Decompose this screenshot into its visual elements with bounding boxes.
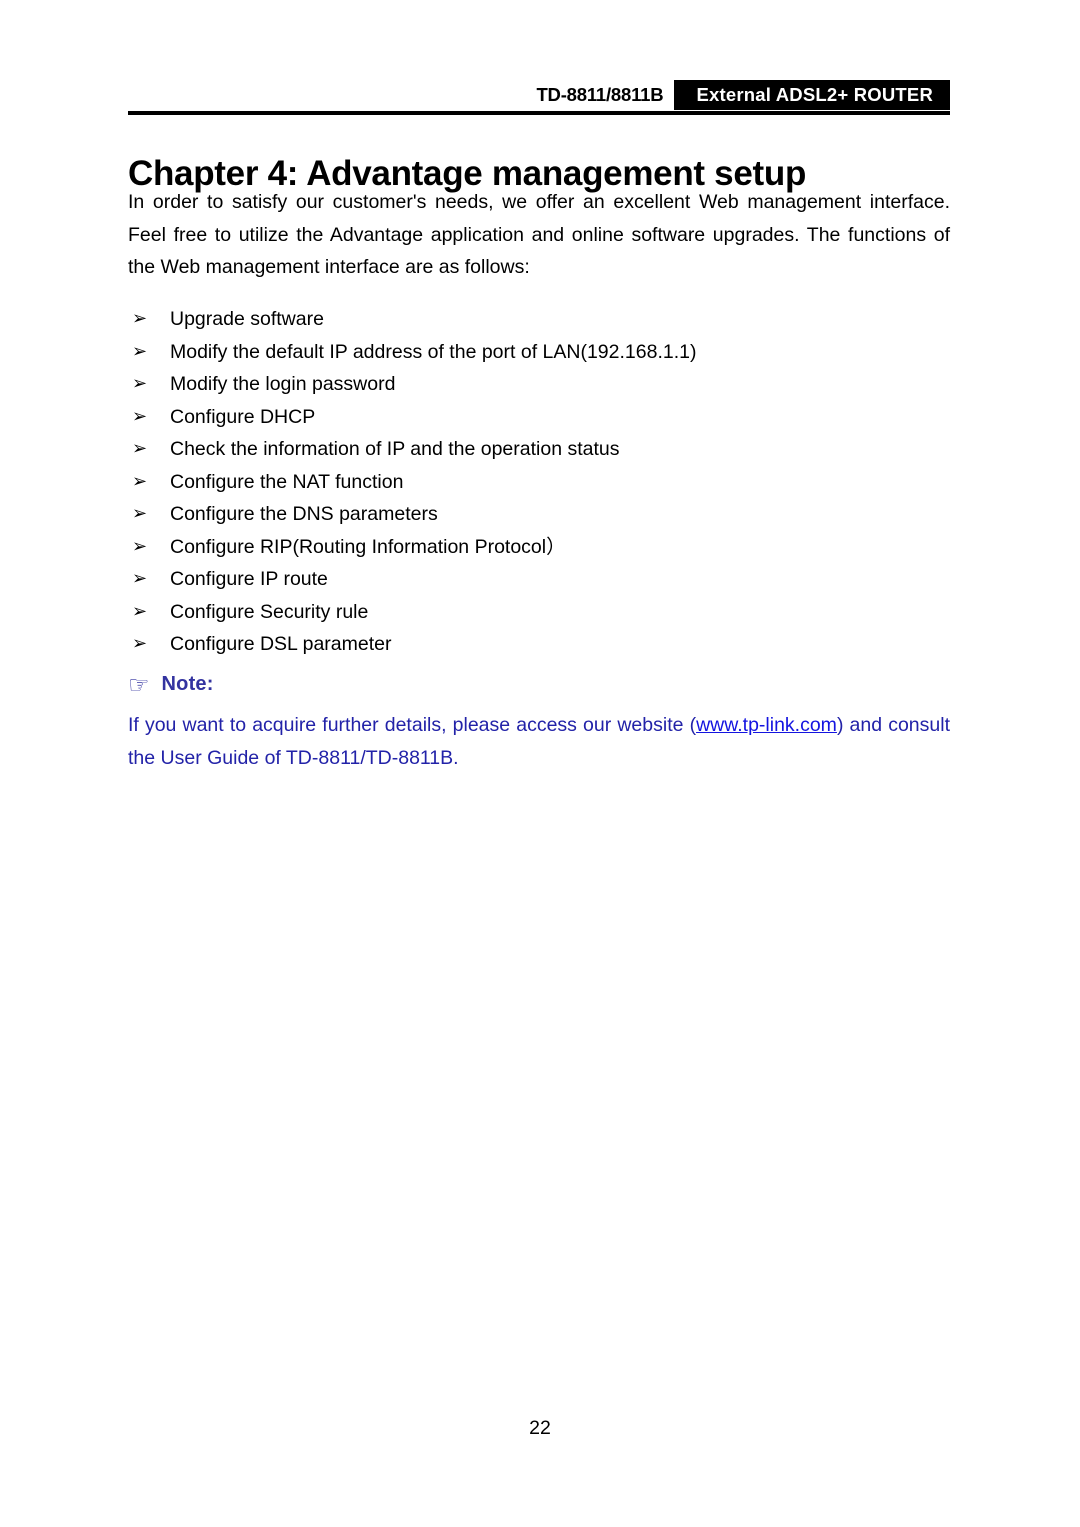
- list-item-label: Configure DHCP: [170, 405, 316, 428]
- arrow-bullet-icon: ➢: [132, 633, 148, 654]
- intro-paragraph-block: In order to satisfy our customer's needs…: [128, 186, 950, 284]
- list-item-label: Check the information of IP and the oper…: [170, 438, 620, 460]
- intro-paragraph: In order to satisfy our customer's needs…: [128, 191, 950, 278]
- list-item-label: Configure DSL parameter: [170, 633, 392, 655]
- list-item-label: Configure IP route: [170, 568, 328, 590]
- running-header: TD-8811/8811B External ADSL2+ ROUTER: [128, 80, 950, 112]
- arrow-bullet-icon: ➢: [132, 405, 148, 427]
- arrow-bullet-icon: ➢: [132, 340, 148, 362]
- arrow-bullet-icon: ➢: [132, 503, 148, 524]
- list-item: ➢ Configure RIP(Routing Information Proto…: [128, 531, 950, 564]
- header-product-badge: External ADSL2+ ROUTER: [674, 80, 950, 110]
- list-item: ➢ Upgrade software: [128, 303, 950, 336]
- list-item-label: Configure the NAT function: [170, 470, 404, 493]
- arrow-bullet-icon: ➢: [132, 373, 148, 394]
- header-divider-rule: [128, 111, 950, 115]
- document-page: TD-8811/8811B External ADSL2+ ROUTER Cha…: [0, 0, 1080, 1527]
- arrow-bullet-icon: ➢: [132, 470, 148, 492]
- header-row: TD-8811/8811B External ADSL2+ ROUTER: [128, 80, 950, 110]
- list-item: ➢ Configure Security rule: [128, 596, 950, 629]
- list-item-label: Upgrade software: [170, 308, 324, 330]
- arrow-bullet-icon: ➢: [132, 600, 148, 622]
- list-item-label: Modify the default IP address of the por…: [170, 340, 697, 363]
- header-model-label: TD-8811/8811B: [536, 84, 664, 105]
- note-body-block: If you want to acquire further details, …: [128, 709, 950, 774]
- arrow-bullet-icon: ➢: [132, 535, 148, 557]
- arrow-bullet-icon: ➢: [132, 568, 148, 589]
- list-item-label: Configure RIP(Routing Information Protoc…: [170, 535, 566, 558]
- list-item: ➢ Configure DSL parameter: [128, 628, 950, 661]
- note-label: Note:: [161, 673, 214, 695]
- list-item-label: Modify the login password: [170, 373, 396, 395]
- list-item: ➢ Check the information of IP and the ope…: [128, 433, 950, 466]
- list-item: ➢ Modify the login password: [128, 368, 950, 401]
- arrow-bullet-icon: ➢: [132, 308, 148, 329]
- arrow-bullet-icon: ➢: [132, 438, 148, 459]
- pointing-hand-icon: ☞: [128, 671, 150, 699]
- list-item: ➢ Modify the default IP address of the po…: [128, 336, 950, 369]
- list-item: ➢ Configure IP route: [128, 563, 950, 596]
- list-item-label: Configure the DNS parameters: [170, 503, 438, 525]
- tp-link-website-link[interactable]: www.tp-link.com: [696, 714, 837, 736]
- list-item: ➢ Configure the NAT function: [128, 466, 950, 499]
- page-number: 22: [529, 1417, 551, 1439]
- list-item: ➢ Configure the DNS parameters: [128, 498, 950, 531]
- note-text-before: If you want to acquire further details, …: [128, 714, 697, 736]
- note-heading: ☞ Note:: [128, 671, 214, 699]
- feature-list: ➢ Upgrade software ➢ Modify the default IP …: [128, 303, 950, 661]
- list-item: ➢ Configure DHCP: [128, 401, 950, 434]
- list-item-label: Configure Security rule: [170, 600, 369, 623]
- note-paragraph: If you want to acquire further details, …: [128, 709, 950, 774]
